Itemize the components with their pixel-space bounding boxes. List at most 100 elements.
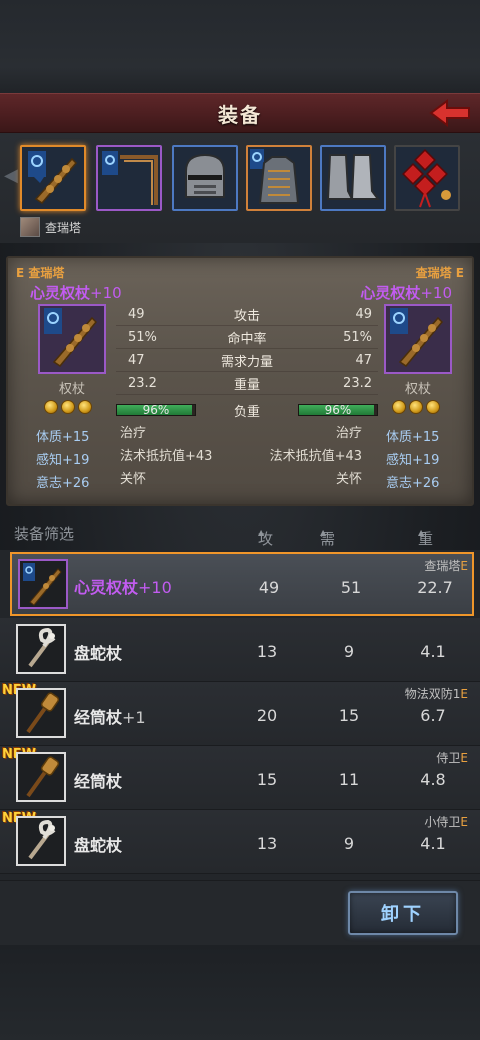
boots-icon: [326, 154, 380, 200]
slot-head[interactable]: [172, 145, 238, 211]
character-portrait: [20, 217, 40, 237]
load-row: 96% 负重 96%: [116, 400, 378, 420]
right-item-plus: +10: [420, 284, 452, 302]
list-item[interactable]: 心灵权杖+10 49 51 22.7 查瑞塔E: [10, 552, 474, 616]
back-button[interactable]: [428, 96, 472, 130]
coin-icon: [409, 400, 423, 414]
slot-weapon[interactable]: [20, 145, 86, 211]
coin-icon: [392, 400, 406, 414]
scepter-icon: [44, 308, 98, 368]
compare-panel: E 查瑞塔 查瑞塔 E 心灵权杖+10 心灵权杖+10 权杖 权杖 49 攻击 …: [6, 256, 474, 506]
scepter-icon: [390, 308, 444, 368]
stat-label: 需求力量: [220, 355, 274, 370]
right-item-name-text: 心灵权杖: [360, 284, 421, 302]
equipment-slot-strip: ◀ 查瑞塔: [0, 133, 480, 243]
right-skill: 法术抵抗值+43: [269, 449, 362, 464]
left-item-name-text: 心灵权杖: [30, 284, 91, 302]
item-weight: 6.7: [420, 706, 446, 725]
item-strength: 9: [343, 642, 355, 661]
stat-row-hit: 51% 命中率 51%: [116, 327, 378, 349]
left-attr: 意志+26: [36, 476, 90, 491]
list-item[interactable]: NEW 经筒杖+1 20 15 6.7 物法双防1E: [0, 682, 480, 746]
item-name-text: 经筒杖: [74, 772, 123, 791]
stat-label: 重量: [233, 378, 261, 393]
slot-feet[interactable]: [320, 145, 386, 211]
left-item-plus: +10: [90, 284, 122, 302]
item-icon: [16, 624, 66, 674]
item-name: 盘蛇杖: [74, 832, 122, 856]
item-attack: 13: [256, 642, 278, 661]
item-weight: 4.1: [420, 642, 446, 661]
coin-icon: [61, 400, 75, 414]
item-grade: E: [460, 815, 468, 829]
left-grade: E: [16, 266, 25, 280]
list-item[interactable]: NEW 盘蛇杖 13 9 4.1 小侍卫E: [0, 810, 480, 874]
left-load-bar: 96%: [116, 403, 196, 417]
scepter-icon: [23, 563, 62, 606]
item-owner-name: 物法双防1: [404, 687, 461, 701]
right-item-icon: [384, 304, 452, 374]
item-strength: 11: [338, 770, 360, 789]
coin-icon: [78, 400, 92, 414]
item-strength: 9: [343, 834, 355, 853]
item-list: 心灵权杖+10 49 51 22.7 查瑞塔E 盘蛇杖 13 9 4.1 NEW…: [0, 550, 480, 880]
prayer-wheel-staff-icon: [26, 756, 60, 798]
item-name-text: 心灵权杖: [74, 578, 139, 597]
stat-row-strength: 47 需求力量 47: [116, 350, 378, 372]
item-name-text: 盘蛇杖: [74, 644, 123, 663]
page-title: 装备: [218, 102, 262, 127]
item-attack: 20: [256, 706, 278, 725]
item-grade: E: [460, 687, 468, 701]
stat-left-value: 51%: [128, 330, 157, 345]
item-icon: [16, 816, 66, 866]
left-owner: E 查瑞塔: [16, 264, 64, 281]
item-plus: +1: [122, 708, 146, 727]
item-plus: +10: [138, 578, 172, 597]
slot-chest[interactable]: [246, 145, 312, 211]
stat-right-value: 23.2: [343, 376, 372, 391]
stat-right-value: 51%: [343, 330, 372, 345]
slot-offhand[interactable]: [96, 145, 162, 211]
item-attack: 15: [256, 770, 278, 789]
stat-left-value: 23.2: [128, 376, 157, 391]
coin-icon: [426, 400, 440, 414]
left-load-pct: 96%: [142, 403, 170, 417]
right-attr: 意志+26: [386, 476, 440, 491]
header-bar: 装备: [0, 93, 480, 133]
back-arrow-icon: [429, 99, 470, 127]
right-owner: 查瑞塔 E: [416, 264, 464, 281]
item-name-text: 经筒杖: [74, 708, 123, 727]
item-attack: 13: [256, 834, 278, 853]
item-name: 经筒杖+1: [74, 704, 146, 728]
stat-right-value: 47: [355, 353, 372, 368]
list-item[interactable]: 盘蛇杖 13 9 4.1: [0, 618, 480, 682]
item-weight: 22.7: [417, 578, 453, 597]
left-owner-name: 查瑞塔: [28, 266, 65, 280]
load-label: 负重: [233, 405, 261, 420]
scepter-icon: [28, 151, 78, 204]
right-item-type: 权杖: [404, 382, 431, 397]
list-item[interactable]: NEW 经筒杖 15 11 4.8 侍卫E: [0, 746, 480, 810]
item-strength: 15: [338, 706, 360, 725]
scroll-left-icon[interactable]: ◀: [4, 165, 18, 186]
right-grade: E: [455, 266, 464, 280]
right-item-name: 心灵权杖+10: [360, 282, 452, 303]
item-grade: E: [460, 559, 468, 573]
filter-button[interactable]: 装备筛选: [14, 523, 74, 544]
character-tag[interactable]: 查瑞塔: [20, 217, 81, 237]
slot-accessory[interactable]: [394, 145, 460, 211]
banner-bow-icon: [102, 151, 158, 205]
item-owner: 查瑞塔E: [424, 557, 468, 574]
item-weight: 4.1: [420, 834, 446, 853]
unequip-button[interactable]: 卸下: [348, 891, 458, 935]
sort-caret-icon: ▲: [258, 528, 265, 537]
left-item-name: 心灵权杖+10: [30, 282, 122, 303]
background-top: [0, 0, 480, 96]
left-upgrade-coins: [44, 400, 92, 414]
item-grade: E: [460, 751, 468, 765]
item-owner: 侍卫E: [436, 749, 468, 766]
chest-armor-icon: [250, 149, 300, 204]
right-skill: 治疗: [335, 426, 362, 441]
serpent-staff-icon: [28, 819, 56, 860]
right-load-pct: 96%: [324, 403, 352, 417]
